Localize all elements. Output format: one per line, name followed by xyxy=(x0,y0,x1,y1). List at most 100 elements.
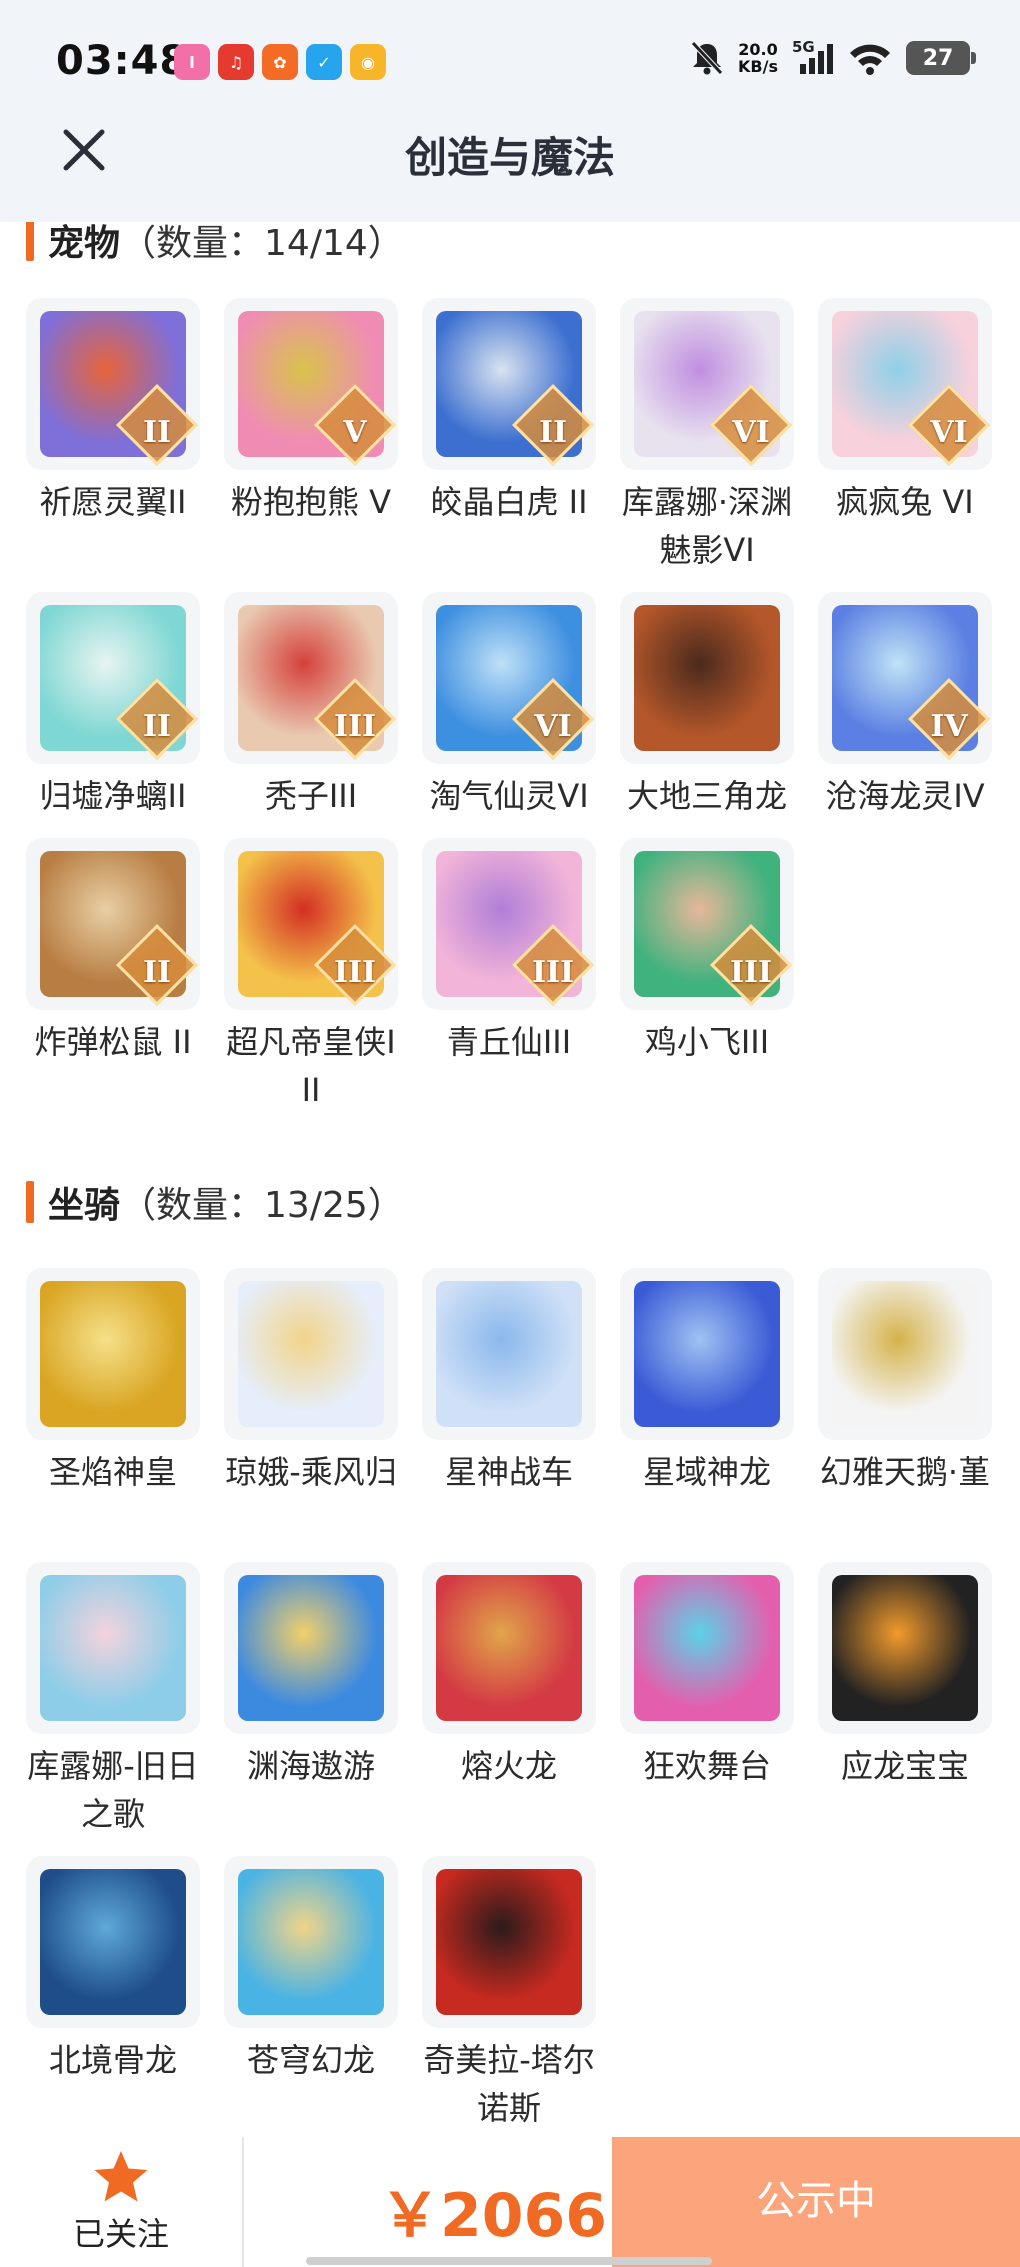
mounts-artwork-image xyxy=(634,1575,780,1721)
mounts-artwork-image xyxy=(634,1281,780,1427)
mounts-item[interactable]: 星域神龙 xyxy=(620,1268,794,1496)
pets-thumbnail: V xyxy=(224,298,398,470)
home-indicator xyxy=(306,2257,712,2265)
page-header: 创造与魔法 xyxy=(0,110,1020,222)
mounts-item-name: 圣焰神皇 xyxy=(48,1453,177,1491)
section-accent-bar xyxy=(26,219,34,261)
pets-thumbnail: VI xyxy=(620,298,794,470)
mounts-section-count: （数量：13/25） xyxy=(120,1185,404,1226)
pets-item[interactable]: II 炸弹松鼠 II xyxy=(26,838,200,1066)
price: ￥2066 xyxy=(380,2181,607,2251)
mounts-artwork-image xyxy=(436,1869,582,2015)
mounts-item[interactable]: 北境骨龙 xyxy=(26,1856,200,2084)
pets-item[interactable]: V 粉抱抱熊 V xyxy=(224,298,398,526)
follow-button[interactable]: 已关注 xyxy=(0,2137,242,2267)
pets-thumbnail: IV xyxy=(818,592,992,764)
mounts-item[interactable]: 熔火龙 xyxy=(422,1562,596,1790)
mute-bell-icon xyxy=(691,41,723,75)
pets-item-name: 疯疯兔 VI xyxy=(836,483,974,521)
mounts-item-name: 狂欢舞台 xyxy=(642,1747,771,1785)
net-speed: 20.0 KB/s xyxy=(738,41,778,75)
pets-thumbnail: III xyxy=(620,838,794,1010)
pets-item-name: 超凡帝皇侠III xyxy=(226,1023,396,1109)
status-bar: 03:48 l ♫ ✿ ✓ ◉ 20.0 KB/s 5G 27 xyxy=(0,0,1020,120)
level-badge-text: V xyxy=(343,415,367,450)
mounts-thumbnail xyxy=(224,1856,398,2028)
check-app-icon: ✓ xyxy=(306,44,342,80)
section-accent-bar xyxy=(26,1181,34,1223)
mounts-item[interactable]: 星神战车 xyxy=(422,1268,596,1496)
net-speed-value: 20.0 xyxy=(738,40,778,59)
public-status-button[interactable]: 公示中 xyxy=(612,2137,1020,2267)
mounts-item-name: 星神战车 xyxy=(444,1453,573,1491)
mounts-item[interactable]: 奇美拉-塔尔诺斯 xyxy=(422,1856,596,2132)
pets-thumbnail xyxy=(620,592,794,764)
pets-item[interactable]: III 超凡帝皇侠III xyxy=(224,838,398,1114)
mounts-item[interactable]: 琼娥-乘风归 xyxy=(224,1268,398,1496)
pets-artwork-image xyxy=(634,605,780,751)
pets-item[interactable]: VI 疯疯兔 VI xyxy=(818,298,992,526)
lofter-icon: l xyxy=(174,44,210,80)
status-time: 03:48 xyxy=(56,38,189,84)
pets-thumbnail: III xyxy=(422,838,596,1010)
mounts-thumbnail xyxy=(818,1562,992,1734)
page-title: 创造与魔法 xyxy=(404,133,615,182)
pets-item-name: 粉抱抱熊 V xyxy=(230,483,392,521)
mounts-thumbnail xyxy=(422,1856,596,2028)
notification-app-icons: l ♫ ✿ ✓ ◉ xyxy=(174,44,386,80)
pets-item[interactable]: III 鸡小飞III xyxy=(620,838,794,1066)
pets-item[interactable]: II 归墟净螭II xyxy=(26,592,200,820)
netease-music-icon: ♫ xyxy=(218,44,254,80)
pets-item-name: 炸弹松鼠 II xyxy=(34,1023,192,1061)
level-badge-text: III xyxy=(333,709,377,744)
level-badge-text: VI xyxy=(732,415,770,450)
mounts-item[interactable]: 应龙宝宝 xyxy=(818,1562,992,1790)
signal-5g-icon: 5G xyxy=(792,38,834,76)
mounts-item[interactable]: 苍穹幻龙 xyxy=(224,1856,398,2084)
mounts-item[interactable]: 圣焰神皇 xyxy=(26,1268,200,1496)
mounts-artwork-image xyxy=(238,1281,384,1427)
pets-item[interactable]: 大地三角龙 xyxy=(620,592,794,820)
weibo-icon: ◉ xyxy=(350,44,386,80)
mounts-item-name: 琼娥-乘风归 xyxy=(225,1453,397,1491)
level-badge-text: IV xyxy=(930,709,968,744)
mounts-thumbnail xyxy=(620,1268,794,1440)
level-badge-text: III xyxy=(729,955,773,990)
pets-item-name: 秃子III xyxy=(264,777,358,815)
mounts-item[interactable]: 库露娜-旧日之歌 xyxy=(26,1562,200,1838)
mounts-item[interactable]: 狂欢舞台 xyxy=(620,1562,794,1790)
net-speed-unit: KB/s xyxy=(738,57,778,76)
pets-item[interactable]: II 祈愿灵翼II xyxy=(26,298,200,526)
mounts-item-name: 熔火龙 xyxy=(460,1747,557,1785)
pets-item[interactable]: IV 沧海龙灵IV xyxy=(818,592,992,820)
pets-item[interactable]: VI 库露娜·深渊魅影VI xyxy=(620,298,794,574)
mounts-item[interactable]: 渊海遨游 xyxy=(224,1562,398,1790)
mounts-thumbnail xyxy=(224,1268,398,1440)
mounts-thumbnail xyxy=(422,1562,596,1734)
mounts-item-name: 库露娜-旧日之歌 xyxy=(27,1747,199,1833)
mounts-item-name: 幻雅天鹅·堇 xyxy=(819,1453,991,1491)
pets-item[interactable]: III 青丘仙III xyxy=(422,838,596,1066)
pets-thumbnail: II xyxy=(26,298,200,470)
pets-item-name: 鸡小飞III xyxy=(644,1023,770,1061)
follow-label: 已关注 xyxy=(72,2215,169,2253)
mounts-item-name: 星域神龙 xyxy=(642,1453,771,1491)
bottom-bar: 已关注 ￥2066 公示中 xyxy=(0,2137,1020,2267)
mounts-thumbnail xyxy=(26,1562,200,1734)
mounts-thumbnail xyxy=(224,1562,398,1734)
level-badge-text: VI xyxy=(534,709,572,744)
pets-thumbnail: VI xyxy=(818,298,992,470)
divider xyxy=(242,2137,244,2267)
pets-item[interactable]: III 秃子III xyxy=(224,592,398,820)
mounts-thumbnail xyxy=(26,1856,200,2028)
pets-item-name: 淘气仙灵VI xyxy=(429,777,589,815)
pets-item[interactable]: VI 淘气仙灵VI xyxy=(422,592,596,820)
pets-thumbnail: II xyxy=(422,298,596,470)
pets-thumbnail: II xyxy=(26,592,200,764)
pets-item-name: 青丘仙III xyxy=(446,1023,572,1061)
mounts-item-name: 北境骨龙 xyxy=(48,2041,177,2079)
pets-item[interactable]: II 皎晶白虎 II xyxy=(422,298,596,526)
mounts-item[interactable]: 幻雅天鹅·堇 xyxy=(818,1268,992,1496)
wifi-icon xyxy=(850,44,890,75)
pets-thumbnail: II xyxy=(26,838,200,1010)
